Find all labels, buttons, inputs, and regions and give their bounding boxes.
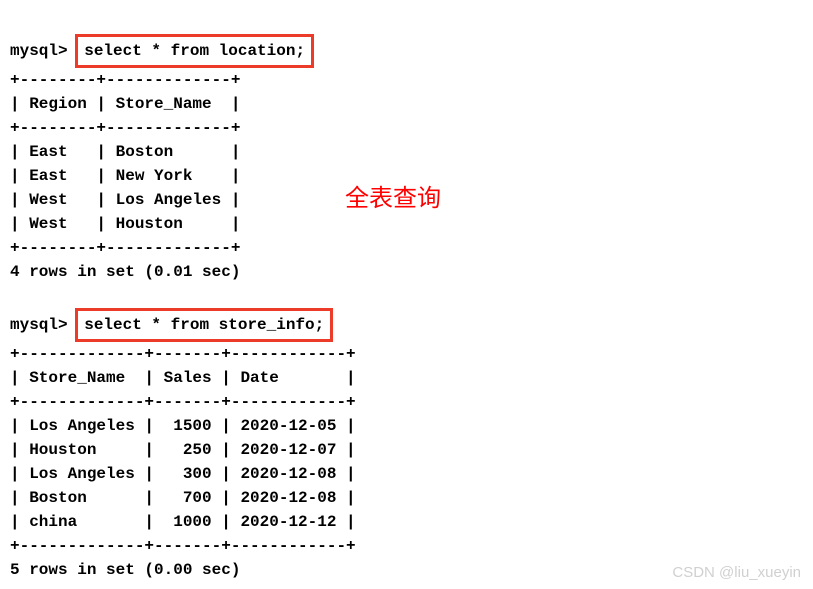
table2-border-bottom: +-------------+-------+------------+ [10, 537, 356, 555]
table2-header: | Store_Name | Sales | Date | [10, 369, 356, 387]
mysql-prompt-1: mysql> [10, 42, 68, 60]
table2-border-top: +-------------+-------+------------+ [10, 345, 356, 363]
table2-border-mid: +-------------+-------+------------+ [10, 393, 356, 411]
table1-border-bottom: +--------+-------------+ [10, 239, 240, 257]
table1-row: | East | Boston | [10, 143, 240, 161]
table1-footer: 4 rows in set (0.01 sec) [10, 263, 240, 281]
annotation-label: 全表查询 [345, 178, 441, 213]
sql-query-2-highlight: select * from store_info; [75, 308, 333, 342]
sql-query-2: select * from store_info; [84, 316, 324, 334]
watermark-text: CSDN @liu_xueyin [672, 564, 801, 581]
table1-row: | West | Houston | [10, 215, 240, 233]
sql-query-1: select * from location; [84, 42, 305, 60]
mysql-prompt-2: mysql> [10, 316, 68, 334]
table2-row: | Boston | 700 | 2020-12-08 | [10, 489, 356, 507]
table2-row: | china | 1000 | 2020-12-12 | [10, 513, 356, 531]
table2-footer: 5 rows in set (0.00 sec) [10, 561, 240, 579]
table1-border-mid: +--------+-------------+ [10, 119, 240, 137]
table1-row: | West | Los Angeles | [10, 191, 240, 209]
terminal-output: mysql> select * from location; +--------… [10, 10, 803, 582]
table1-border-top: +--------+-------------+ [10, 71, 240, 89]
table2-row: | Los Angeles | 1500 | 2020-12-05 | [10, 417, 356, 435]
sql-query-1-highlight: select * from location; [75, 34, 314, 68]
table1-header: | Region | Store_Name | [10, 95, 240, 113]
table2-row: | Los Angeles | 300 | 2020-12-08 | [10, 465, 356, 483]
table1-row: | East | New York | [10, 167, 240, 185]
table2-row: | Houston | 250 | 2020-12-07 | [10, 441, 356, 459]
